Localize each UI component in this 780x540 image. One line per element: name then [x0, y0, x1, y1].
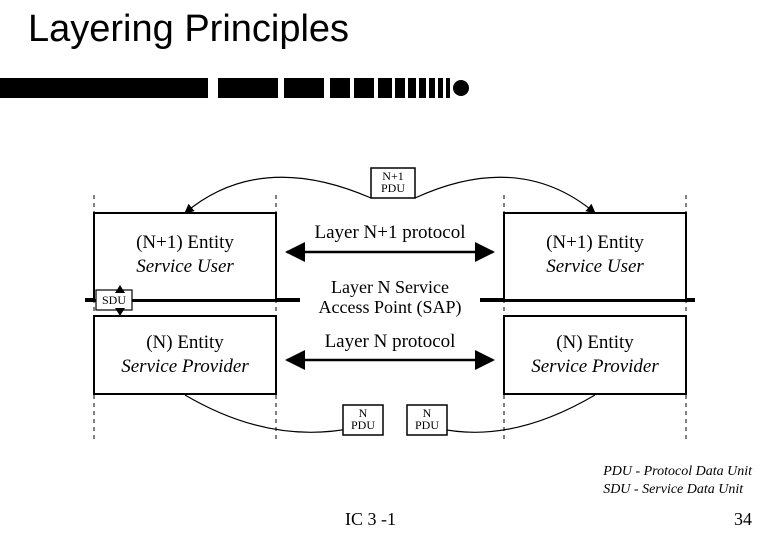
legend-line-1: PDU - Protocol Data Unit [603, 463, 752, 481]
sap-label-line2: Access Point (SAP) [319, 297, 462, 318]
left-n-entity-line1: (N) Entity [146, 332, 224, 353]
right-n-entity-line1: (N) Entity [556, 332, 634, 353]
legend: PDU - Protocol Data Unit SDU - Service D… [603, 463, 752, 498]
left-n1-entity-line1: (N+1) Entity [136, 232, 234, 253]
sdu-label: SDU [102, 293, 126, 307]
right-n1-entity-line1: (N+1) Entity [546, 232, 644, 253]
left-n1-entity-line2: Service User [136, 256, 234, 277]
legend-line-2: SDU - Service Data Unit [603, 481, 752, 499]
footer-code: IC 3 -1 [345, 509, 396, 530]
layer-n1-protocol-label: Layer N+1 protocol [314, 222, 465, 243]
layer-n-protocol-label: Layer N protocol [325, 331, 456, 352]
n1-pdu-label: N+1PDU [381, 169, 405, 195]
right-n1-entity-line2: Service User [546, 256, 644, 277]
page-number: 34 [734, 509, 752, 530]
left-n-entity-line2: Service Provider [121, 356, 249, 377]
right-n-entity-line2: Service Provider [531, 356, 659, 377]
layering-diagram: N+1PDU (N+1) Entity Service User (N+1) E… [0, 0, 780, 540]
sap-label-line1: Layer N Service [331, 277, 449, 297]
